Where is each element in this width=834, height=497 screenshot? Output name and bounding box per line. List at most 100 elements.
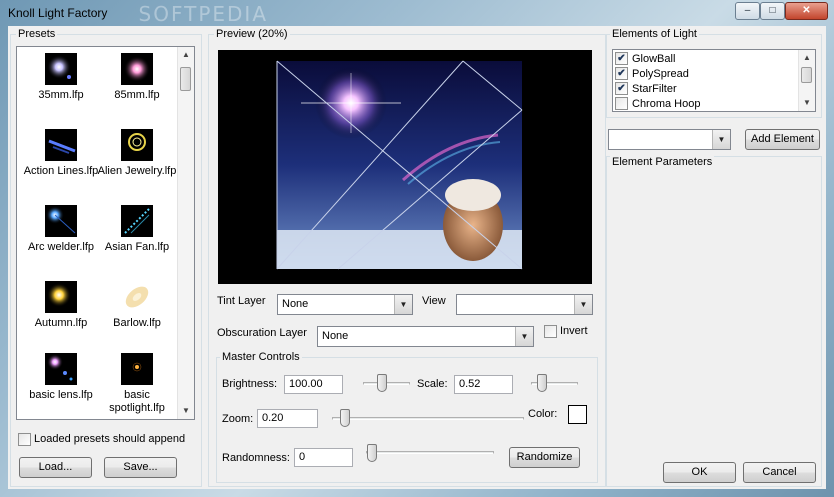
preset-item[interactable]: Barlow.lfp (97, 281, 177, 330)
preset-label: basic spotlight.lfp (109, 389, 165, 414)
scale-slider-thumb[interactable] (537, 374, 547, 392)
preset-item[interactable]: basic lens.lfp (21, 353, 101, 402)
element-type-select[interactable]: ▼ (608, 129, 731, 150)
brightness-slider-thumb[interactable] (377, 374, 387, 392)
preset-label: Barlow.lfp (113, 317, 161, 329)
asian-fan-icon (121, 205, 153, 237)
scroll-down-icon[interactable]: ▼ (178, 403, 194, 419)
presets-scrollbar[interactable]: ▲ ▼ (177, 47, 194, 419)
title-bar[interactable]: SOFTPEDIA Knoll Light Factory – □ ✕ (0, 0, 834, 26)
append-label: Loaded presets should append (34, 433, 186, 445)
chevron-down-icon: ▼ (394, 295, 412, 314)
minimize-button[interactable]: – (735, 2, 760, 20)
alien-jewelry-icon (121, 129, 153, 161)
dialog-client: Presets 35mm.lfp 85mm.lfp Action Lines.l… (8, 26, 826, 489)
chevron-down-icon: ▼ (712, 130, 730, 149)
tint-layer-value: None (282, 298, 309, 310)
tint-layer-label: Tint Layer (217, 295, 266, 307)
preset-label: Asian Fan.lfp (104, 241, 170, 253)
randomness-field[interactable]: 0 (294, 448, 353, 467)
load-button[interactable]: Load... (19, 457, 92, 478)
preset-item[interactable]: Autumn.lfp (21, 281, 101, 330)
action-lines-icon (45, 129, 77, 161)
preview-canvas[interactable] (218, 50, 592, 284)
zoom-field[interactable]: 0.20 (257, 409, 318, 428)
scale-field[interactable]: 0.52 (454, 375, 513, 394)
element-item-chroma-hoop[interactable]: Chroma Hoop (615, 96, 701, 111)
tint-layer-select[interactable]: None ▼ (277, 294, 413, 315)
randomness-label: Randomness: (222, 452, 290, 464)
zoom-slider-track[interactable] (332, 417, 524, 420)
scroll-thumb[interactable] (801, 67, 812, 83)
obscuration-layer-select[interactable]: None ▼ (317, 326, 534, 347)
obscuration-layer-label: Obscuration Layer (217, 327, 307, 339)
invert-checkbox[interactable] (544, 325, 557, 338)
chevron-down-icon: ▼ (574, 295, 592, 314)
color-label: Color: (528, 408, 558, 420)
preview-image (276, 60, 523, 270)
autumn-icon (45, 281, 77, 313)
maximize-button[interactable]: □ (760, 2, 785, 20)
preset-label: 35mm.lfp (38, 89, 84, 101)
scroll-up-icon[interactable]: ▲ (178, 47, 194, 63)
brightness-field[interactable]: 100.00 (284, 375, 343, 394)
preset-item[interactable]: basic spotlight.lfp (97, 353, 177, 415)
preset-item[interactable]: Asian Fan.lfp (97, 205, 177, 254)
append-checkbox[interactable] (18, 433, 31, 446)
preset-item[interactable]: Arc welder.lfp (21, 205, 101, 254)
elements-scrollbar[interactable]: ▲ ▼ (798, 50, 815, 111)
preset-label: Autumn.lfp (34, 317, 88, 329)
randomness-slider-thumb[interactable] (367, 444, 377, 462)
element-checkbox[interactable] (615, 96, 628, 110)
preset-item[interactable]: 35mm.lfp (21, 53, 101, 102)
preset-item[interactable]: Alien Jewelry.lfp (97, 129, 177, 178)
barlow-icon (121, 281, 153, 313)
ok-button[interactable]: OK (663, 462, 736, 483)
zoom-label: Zoom: (222, 413, 254, 425)
close-button[interactable]: ✕ (785, 2, 828, 20)
element-item-polyspread[interactable]: ✔ PolySpread (615, 66, 689, 82)
zoom-slider-thumb[interactable] (340, 409, 350, 427)
master-controls-label: Master Controls (220, 351, 302, 363)
presets-group-label: Presets (16, 28, 58, 40)
element-item-starfilter[interactable]: ✔ StarFilter (615, 81, 677, 97)
scroll-down-icon[interactable]: ▼ (799, 95, 815, 111)
preset-item[interactable]: 85mm.lfp (97, 53, 177, 102)
main-window: SOFTPEDIA Knoll Light Factory – □ ✕ Pres… (0, 0, 834, 497)
scroll-up-icon[interactable]: ▲ (799, 50, 815, 66)
element-label: Chroma Hoop (632, 98, 701, 110)
element-label: GlowBall (632, 53, 676, 65)
chevron-down-icon: ▼ (515, 327, 533, 346)
save-button[interactable]: Save... (104, 457, 177, 478)
element-parameters-label: Element Parameters (610, 156, 715, 168)
element-item-glowball[interactable]: ✔ GlowBall (615, 51, 676, 67)
element-label: PolySpread (632, 68, 689, 80)
randomness-slider-track[interactable] (366, 451, 494, 454)
preset-label: Arc welder.lfp (27, 241, 95, 253)
preset-item[interactable]: Action Lines.lfp (21, 129, 101, 178)
view-select[interactable]: ▼ (456, 294, 593, 315)
element-checkbox[interactable]: ✔ (615, 66, 628, 80)
cancel-button[interactable]: Cancel (743, 462, 816, 483)
view-label: View (422, 295, 446, 307)
brightness-label: Brightness: (222, 378, 278, 390)
add-element-button[interactable]: Add Element (745, 129, 820, 150)
preset-label: Alien Jewelry.lfp (97, 165, 177, 177)
flare-85mm-icon (121, 53, 153, 85)
preview-group-label: Preview (20%) (214, 28, 290, 40)
invert-label: Invert (560, 325, 588, 337)
preset-label: Action Lines.lfp (23, 165, 99, 177)
color-swatch[interactable] (568, 405, 587, 424)
elements-group-label: Elements of Light (610, 28, 699, 40)
randomize-button[interactable]: Randomize (509, 447, 580, 468)
element-label: StarFilter (632, 83, 677, 95)
element-checkbox[interactable]: ✔ (615, 51, 628, 65)
window-title: Knoll Light Factory (8, 6, 108, 20)
arc-welder-icon (45, 205, 77, 237)
elements-list[interactable]: ✔ GlowBall ✔ PolySpread ✔ StarFilter Chroma… (612, 49, 816, 112)
presets-list[interactable]: 35mm.lfp 85mm.lfp Action Lines.lfp Alien… (16, 46, 195, 420)
element-checkbox[interactable]: ✔ (615, 81, 628, 95)
obscuration-layer-value: None (322, 330, 349, 342)
scroll-thumb[interactable] (180, 67, 191, 91)
preset-label: basic lens.lfp (29, 389, 93, 401)
